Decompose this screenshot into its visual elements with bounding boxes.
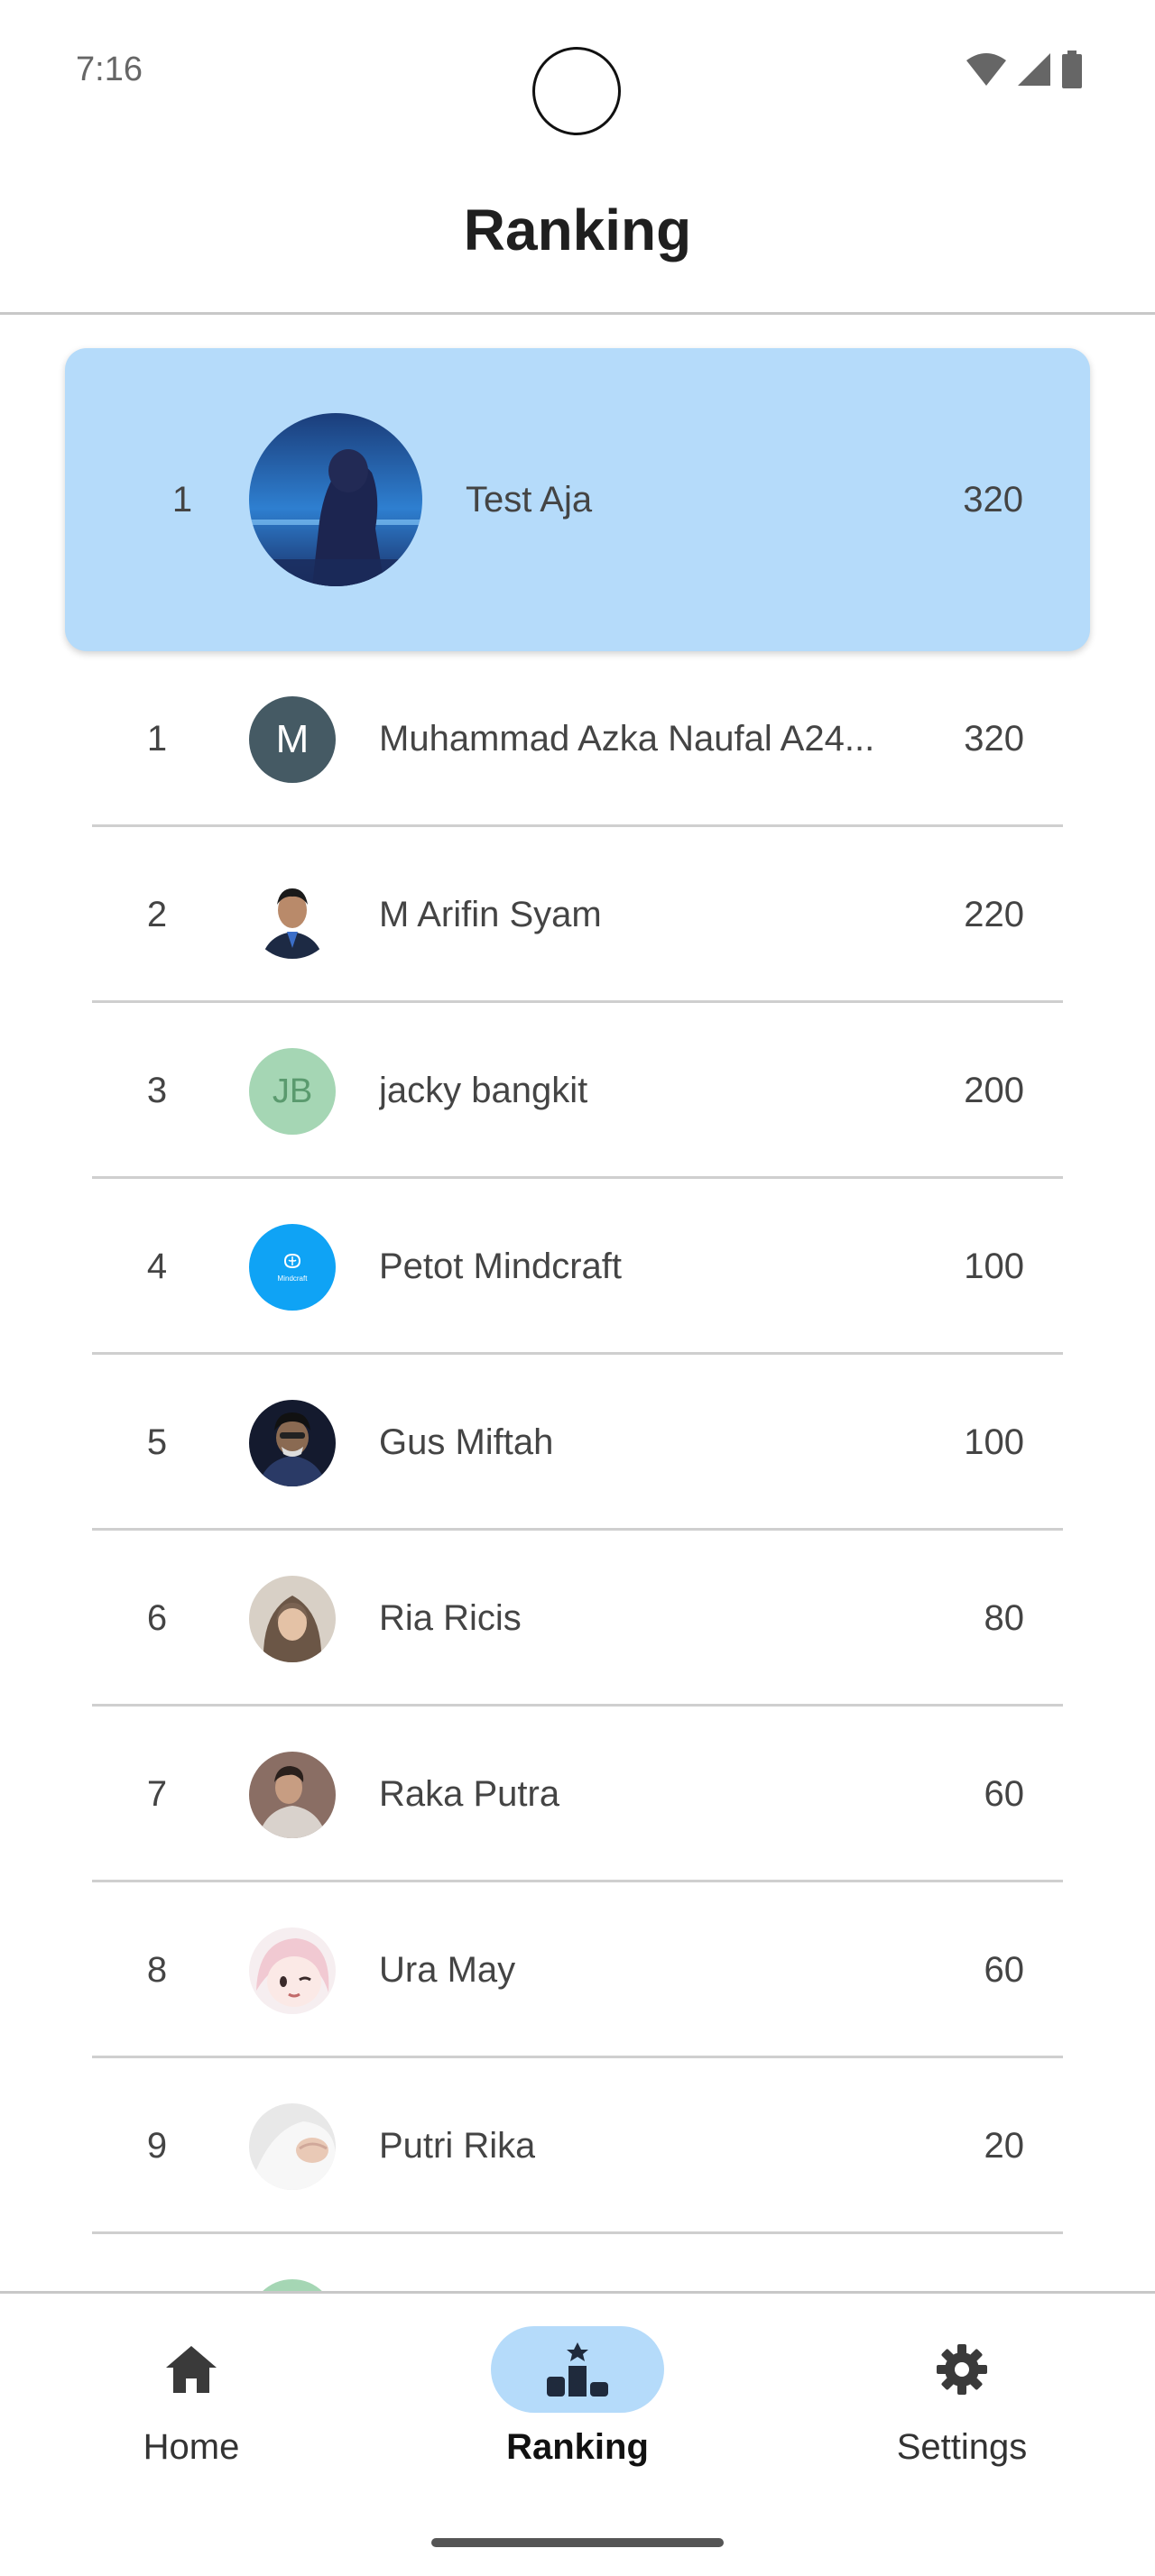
- avatar-initials: JB: [272, 1072, 313, 1110]
- nav-label-home: Home: [143, 2427, 240, 2467]
- ranking-row[interactable]: 6 Ria Ricis 80: [0, 1531, 1155, 1707]
- row-score: 220: [964, 895, 1024, 934]
- nav-label-settings: Settings: [896, 2427, 1028, 2467]
- status-time: 7:16: [76, 51, 143, 88]
- avatar: [249, 1927, 336, 2014]
- row-score: 20: [984, 2126, 1025, 2166]
- wifi-icon: [966, 53, 1006, 86]
- battery-icon: [1062, 51, 1082, 88]
- home-icon: [166, 2346, 217, 2393]
- row-score: 60: [984, 1774, 1025, 1814]
- row-rank: 9: [146, 2126, 168, 2166]
- row-rank: 8: [146, 1950, 168, 1990]
- avatar: [249, 1576, 336, 1662]
- row-name: jacky bangkit: [379, 1071, 588, 1110]
- ranking-row[interactable]: 1 M Muhammad Azka Naufal A24... 320: [0, 651, 1155, 827]
- header-divider: [0, 312, 1155, 315]
- brain-icon: [283, 1253, 301, 1268]
- nav-label-ranking: Ranking: [506, 2427, 649, 2467]
- avatar: M: [249, 696, 336, 783]
- avatar: Mindcraft: [249, 1224, 336, 1311]
- row-score: 320: [964, 719, 1024, 759]
- avatar: [249, 1400, 336, 1486]
- row-name: Petot Mindcraft: [379, 1247, 623, 1286]
- nav-item-home[interactable]: Home: [56, 2326, 327, 2468]
- ranking-row[interactable]: 5 Gus Miftah 100: [0, 1355, 1155, 1531]
- nav-item-ranking[interactable]: Ranking: [442, 2326, 713, 2468]
- ranking-list[interactable]: 1 M Muhammad Azka Naufal A24... 320 2 M …: [0, 651, 1155, 2293]
- nav-icon-container: [875, 2326, 1049, 2413]
- ranking-row-partial[interactable]: [0, 2234, 1155, 2293]
- bottom-navigation: Home Ranking Settings: [0, 2294, 1155, 2576]
- avatar: [249, 872, 336, 959]
- gear-icon: [937, 2344, 987, 2395]
- current-user-rank-card[interactable]: 1 Test Aja 320: [65, 348, 1090, 651]
- row-name: Ura May: [379, 1950, 516, 1990]
- page-title: Ranking: [463, 198, 692, 262]
- ranking-row[interactable]: 3 JB jacky bangkit 200: [0, 1003, 1155, 1179]
- ranking-row[interactable]: 7 Raka Putra 60: [0, 1707, 1155, 1882]
- app-header: Ranking: [0, 180, 1155, 314]
- ranking-row[interactable]: 8 Ura May 60: [0, 1882, 1155, 2058]
- row-name: Gus Miftah: [379, 1422, 554, 1462]
- current-user-name: Test Aja: [466, 480, 593, 520]
- avatar-initials: M: [275, 717, 310, 761]
- row-rank: 6: [146, 1598, 168, 1638]
- row-score: 80: [984, 1598, 1025, 1638]
- status-bar: 7:16: [0, 0, 1155, 135]
- row-score: 200: [964, 1071, 1024, 1110]
- row-rank: 5: [146, 1422, 168, 1462]
- row-rank: 4: [146, 1247, 168, 1286]
- camera-cutout: [532, 47, 621, 135]
- row-rank: 3: [146, 1071, 168, 1110]
- nav-item-settings[interactable]: Settings: [827, 2326, 1097, 2468]
- nav-icon-container: [491, 2326, 664, 2413]
- row-rank: 1: [146, 719, 168, 759]
- ranking-row[interactable]: 2 M Arifin Syam 220: [0, 827, 1155, 1003]
- row-name: Raka Putra: [379, 1774, 560, 1814]
- row-score: 60: [984, 1950, 1025, 1990]
- row-rank: 7: [146, 1774, 168, 1814]
- avatar: [249, 1752, 336, 1838]
- current-user-rank: 1: [171, 480, 193, 520]
- gesture-navigation-bar[interactable]: [431, 2538, 724, 2547]
- row-name: Ria Ricis: [379, 1598, 522, 1638]
- signal-icon: [1018, 53, 1050, 86]
- status-icons: [966, 51, 1083, 88]
- podium-icon: [547, 2342, 608, 2397]
- ranking-row[interactable]: 9 Putri Rika 20: [0, 2058, 1155, 2234]
- row-name: M Arifin Syam: [379, 895, 602, 934]
- row-score: 100: [964, 1247, 1024, 1286]
- row-name: Putri Rika: [379, 2126, 536, 2166]
- row-rank: 2: [146, 895, 168, 934]
- avatar: JB: [249, 1048, 336, 1135]
- row-score: 100: [964, 1422, 1024, 1462]
- current-user-avatar: [249, 413, 422, 586]
- avatar: [249, 2103, 336, 2190]
- row-name: Muhammad Azka Naufal A24...: [379, 719, 875, 759]
- logo-text: Mindcraft: [277, 1274, 308, 1283]
- ranking-row[interactable]: 4 Mindcraft Petot Mindcraft 100: [0, 1179, 1155, 1355]
- nav-icon-container: [105, 2326, 278, 2413]
- current-user-score: 320: [963, 480, 1023, 520]
